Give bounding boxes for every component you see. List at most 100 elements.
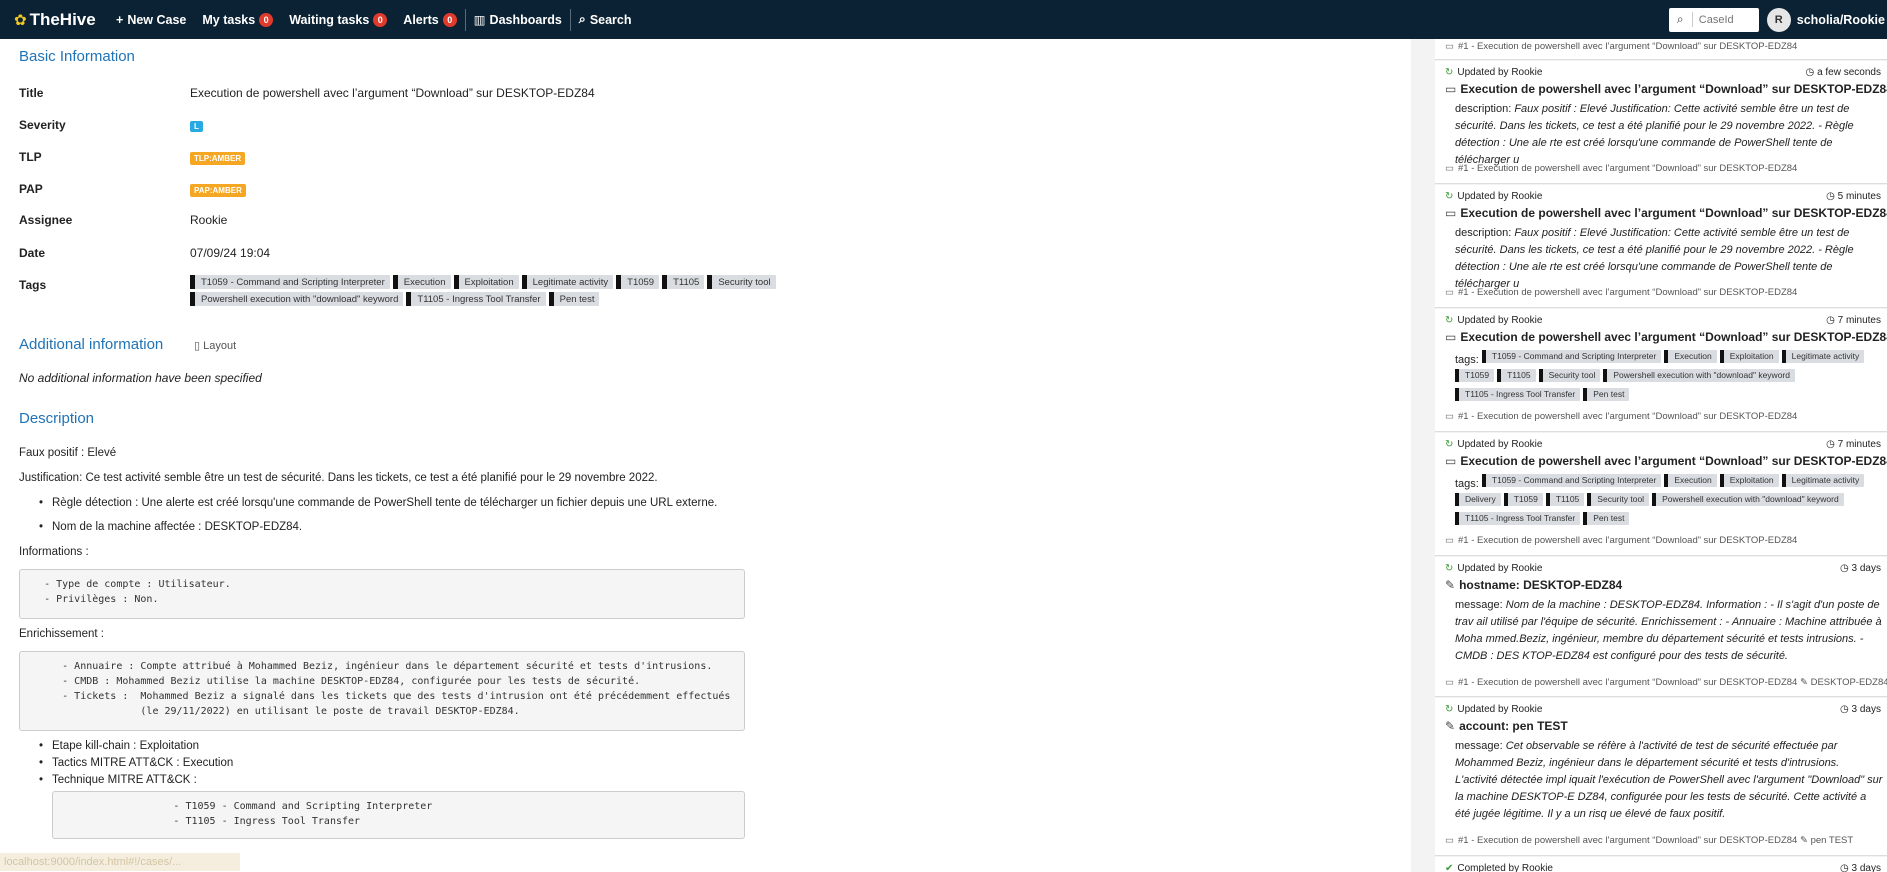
folder-icon: ▭ — [1445, 287, 1454, 298]
event-case-ref[interactable]: ▭ #1 - Execution de powershell avec l’arg… — [1445, 535, 1797, 546]
event-title[interactable]: ✎ account: pen TEST — [1445, 719, 1568, 733]
event-author: Updated by Rookie — [1457, 704, 1543, 715]
dashboards-link[interactable]: ▥ Dashboards — [466, 0, 570, 39]
folder-icon: ▭ — [1445, 677, 1454, 688]
event-time: ◷ 3 days — [1840, 863, 1881, 872]
brand[interactable]: ✿ TheHive — [0, 10, 108, 30]
event-body-text: Faux positif : Elevé Justification: Cett… — [1455, 103, 1854, 166]
clock-icon: ◷ — [1805, 67, 1815, 78]
event-header: ↻ Updated by Rookie — [1445, 191, 1542, 202]
event-case-ref[interactable]: ▭ #1 - Execution de powershell avec l’arg… — [1445, 287, 1797, 298]
code-block: - Annuaire : Compte attribué à Mohammed … — [19, 651, 745, 731]
assignee-value[interactable]: Rookie — [190, 213, 227, 227]
code-line: - Tickets : Mohammed Beziz a signalé dan… — [20, 691, 731, 702]
event-case-ref-text: #1 - Execution de powershell avec l’argu… — [1457, 163, 1798, 174]
pin-icon: ✎ — [1445, 719, 1456, 733]
tag: Execution — [1664, 350, 1717, 363]
tag: T1059 - Command and Scripting Interprete… — [190, 275, 390, 289]
tag: Pen test — [1583, 388, 1630, 401]
event-case-ref-text: #1 - Execution de powershell avec l’argu… — [1457, 677, 1798, 688]
severity-value[interactable]: L — [190, 118, 203, 132]
event-time: ◷ 7 minutes — [1826, 315, 1881, 326]
pap-value[interactable]: PAP:AMBER — [190, 182, 246, 197]
top-navbar: ✿ TheHive + New Case My tasks 0 Waiting … — [0, 0, 1887, 39]
event-body-text: Faux positif : Elevé Justification: Cett… — [1455, 227, 1854, 290]
event-body-text: Nom de la machine : DESKTOP-EDZ84. Infor… — [1455, 599, 1882, 662]
event-case-ref-text: #1 - Execution de powershell avec l’argu… — [1457, 411, 1798, 422]
event-title[interactable]: ▭ Execution de powershell avec l’argument… — [1445, 82, 1887, 96]
date-label: Date — [19, 246, 46, 260]
event-case-ref[interactable]: ▭ #1 - Execution de powershell avec l’arg… — [1445, 677, 1887, 688]
event-header: ↻ Updated by Rookie — [1445, 67, 1542, 78]
event-header: ↻ Updated by Rookie — [1445, 563, 1542, 574]
event-title[interactable]: ✎ hostname: DESKTOP-EDZ84 — [1445, 578, 1622, 592]
event-time: ◷ 3 days — [1840, 563, 1881, 574]
event-body: description: Faux positif : Elevé Justif… — [1455, 101, 1883, 169]
tag: Powershell execution with "download" key… — [1603, 369, 1795, 382]
event-case-ref[interactable]: ▭ #1 - Execution de powershell avec l’arg… — [1445, 411, 1797, 422]
event-title-text: Execution de powershell avec l’argument … — [1460, 82, 1887, 96]
event-author: Updated by Rookie — [1457, 439, 1543, 450]
event-title[interactable]: ▭ Execution de powershell avec l’argument… — [1445, 330, 1887, 344]
event-case-ref-text: #1 - Execution de powershell avec l’argu… — [1457, 41, 1798, 52]
tags-list[interactable]: T1059 - Command and Scripting Interprete… — [190, 275, 830, 309]
search-link[interactable]: ⌕ Search — [571, 0, 640, 39]
title-label: Title — [19, 86, 44, 100]
tag: Delivery — [1455, 493, 1501, 506]
event-header: ↻ Updated by Rookie — [1445, 439, 1542, 450]
event-title[interactable]: ▭ Execution de powershell avec l’argument… — [1445, 206, 1887, 220]
tag: Exploitation — [453, 275, 519, 289]
event-case-ref[interactable]: ▭ #1 - Execution de powershell avec l’arg… — [1445, 41, 1797, 52]
title-value[interactable]: Execution de powershell avec l’argument … — [190, 86, 595, 100]
refresh-icon: ↻ — [1445, 67, 1454, 78]
code-line: - T1105 - Ingress Tool Transfer — [53, 816, 361, 827]
timeline-gutter — [1411, 39, 1435, 872]
code-block: - Type de compte : Utilisateur. - Privil… — [19, 569, 745, 619]
waiting-tasks-link[interactable]: Waiting tasks 0 — [281, 0, 395, 39]
tag: Security tool — [1587, 493, 1650, 506]
bar-chart-icon: ▥ — [473, 13, 486, 27]
new-case-button[interactable]: + New Case — [108, 0, 194, 39]
user-menu[interactable]: scholia/Rookie — [1797, 13, 1887, 27]
search-icon: ⌕ — [578, 12, 586, 26]
event-author: Updated by Rookie — [1457, 67, 1543, 78]
tlp-value[interactable]: TLP:AMBER — [190, 150, 246, 165]
folder-open-icon: ▭ — [1445, 82, 1457, 96]
tag: T1059 - Command and Scripting Interprete… — [1481, 474, 1662, 487]
desc-line: Faux positif : Elevé — [19, 447, 117, 459]
timeline-event: ↻ Updated by Rookie ◷ a few seconds ▭ Exec… — [1435, 61, 1887, 184]
caseid-input[interactable] — [1692, 13, 1753, 26]
event-case-ref[interactable]: ▭ #1 - Execution de powershell avec l’arg… — [1445, 835, 1853, 846]
layout-link[interactable]: ▯ Layout — [194, 339, 236, 352]
my-tasks-link[interactable]: My tasks 0 — [194, 0, 281, 39]
event-header: ↻ Updated by Rookie — [1445, 704, 1542, 715]
tag: Exploitation — [1719, 474, 1779, 487]
event-prefix: message: — [1455, 740, 1503, 752]
event-title[interactable]: ▭ Execution de powershell avec l’argument… — [1445, 454, 1887, 468]
search-icon[interactable]: ⌕ — [1669, 12, 1693, 27]
timeline-event: ↻ Updated by Rookie ◷ 7 minutes ▭ Executio… — [1435, 433, 1887, 556]
pap-label: PAP — [19, 182, 43, 196]
event-case-ref[interactable]: ▭ #1 - Execution de powershell avec l’arg… — [1445, 163, 1797, 174]
desc-line: Justification: Ce test activité semble ê… — [19, 472, 658, 484]
event-title-text: Execution de powershell avec l’argument … — [1460, 330, 1887, 344]
avatar[interactable]: R — [1766, 7, 1791, 32]
clock-icon: ◷ — [1840, 563, 1849, 574]
tag: Execution — [1664, 474, 1717, 487]
tag: Exploitation — [1719, 350, 1779, 363]
event-prefix: tags: — [1455, 354, 1479, 366]
date-value[interactable]: 07/09/24 19:04 — [190, 246, 270, 260]
clock-icon: ◷ — [1840, 863, 1849, 872]
event-case-ref-text: #1 - Execution de powershell avec l’argu… — [1457, 535, 1798, 546]
event-time-text: 5 minutes — [1837, 191, 1881, 202]
event-time-text: 7 minutes — [1837, 315, 1881, 326]
folder-open-icon: ▭ — [1445, 206, 1457, 220]
tag: T1059 — [616, 275, 660, 289]
folder-icon: ▭ — [1445, 535, 1454, 546]
pin-icon: ✎ — [1799, 835, 1808, 846]
event-observable-ref: DESKTOP-EDZ84 — [1810, 677, 1887, 688]
tag: T1105 — [1497, 369, 1536, 382]
pin-icon: ✎ — [1445, 578, 1456, 592]
code-line: - CMDB : Mohammed Beziz utilise la machi… — [20, 676, 641, 687]
alerts-link[interactable]: Alerts 0 — [395, 0, 464, 39]
